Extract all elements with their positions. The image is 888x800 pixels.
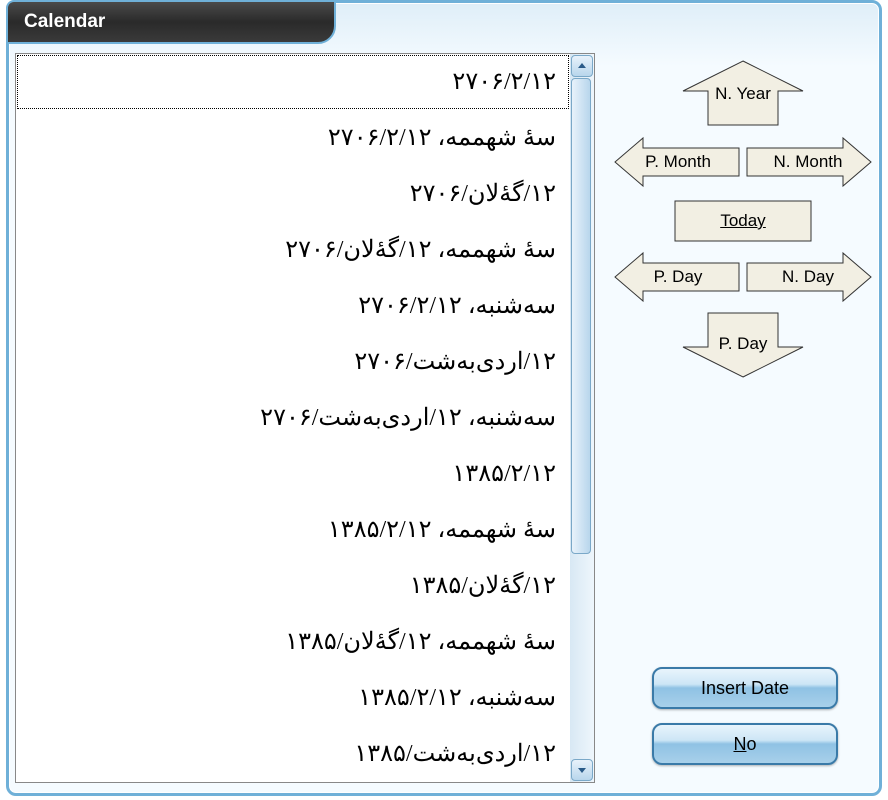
- list-item[interactable]: ۱۳۸۵/۲/۱۲: [16, 446, 570, 502]
- next-day-button[interactable]: N. Day: [743, 249, 873, 305]
- list-item[interactable]: سۀ شهممه، ۱۲/گۀلان/۱۳۸۵: [16, 614, 570, 670]
- list-item[interactable]: سۀ شهممه، ۱۲/گۀلان/۲۷۰۶: [16, 222, 570, 278]
- action-panel: Insert Date No: [635, 653, 855, 779]
- chevron-up-icon: [577, 61, 587, 71]
- no-button[interactable]: No: [652, 723, 838, 765]
- list-item[interactable]: سه‌شنبه، ۱۳۸۵/۲/۱۲: [16, 670, 570, 726]
- next-month-button[interactable]: N. Month: [743, 134, 873, 190]
- next-year-button[interactable]: N. Year: [673, 59, 813, 129]
- next-month-label: N. Month: [774, 152, 843, 172]
- calendar-window: Calendar ۲۷۰۶/۲/۱۲سۀ شهممه، ۲۷۰۶/۲/۱۲۱۲/…: [6, 0, 882, 796]
- next-year-label: N. Year: [715, 84, 771, 104]
- no-label: No: [733, 734, 756, 755]
- list-item[interactable]: سه‌شنبه، ۲۷۰۶/۲/۱۲: [16, 278, 570, 334]
- next-day-label: N. Day: [782, 267, 834, 287]
- window-title: Calendar: [24, 11, 105, 32]
- scroll-thumb[interactable]: [571, 78, 591, 554]
- scroll-up-button[interactable]: [571, 55, 593, 77]
- chevron-down-icon: [577, 765, 587, 775]
- list-item[interactable]: ۲۷۰۶/۲/۱۲: [16, 54, 570, 110]
- nav-panel: N. Year P. Month N. Month Today: [613, 59, 873, 439]
- list-inner: ۲۷۰۶/۲/۱۲سۀ شهممه، ۲۷۰۶/۲/۱۲۱۲/گۀلان/۲۷۰…: [16, 54, 570, 782]
- insert-date-button[interactable]: Insert Date: [652, 667, 838, 709]
- list-item[interactable]: ۱۲/گۀلان/۲۷۰۶: [16, 166, 570, 222]
- today-button[interactable]: Today: [673, 199, 813, 243]
- window-titlebar: Calendar: [6, 0, 336, 44]
- list-item[interactable]: ۱۲/اردی‌به‌شت/۱۳۸۵: [16, 726, 570, 782]
- list-item[interactable]: سۀ شهممه، ۱۳۸۵/۲/۱۲: [16, 502, 570, 558]
- today-label: Today: [720, 211, 765, 231]
- list-item[interactable]: ۱۲/گۀلان/۱۳۸۵: [16, 558, 570, 614]
- prev-month-label: P. Month: [645, 152, 711, 172]
- list-item[interactable]: سۀ شهممه، ۲۷۰۶/۲/۱۲: [16, 110, 570, 166]
- scroll-down-button[interactable]: [571, 759, 593, 781]
- prev-day2-button[interactable]: P. Day: [673, 309, 813, 379]
- prev-month-button[interactable]: P. Month: [613, 134, 743, 190]
- date-format-listbox[interactable]: ۲۷۰۶/۲/۱۲سۀ شهممه، ۲۷۰۶/۲/۱۲۱۲/گۀلان/۲۷۰…: [15, 53, 595, 783]
- window-content: ۲۷۰۶/۲/۱۲سۀ شهممه، ۲۷۰۶/۲/۱۲۱۲/گۀلان/۲۷۰…: [15, 53, 873, 787]
- scrollbar[interactable]: [570, 54, 594, 782]
- scroll-track[interactable]: [570, 78, 594, 758]
- list-item[interactable]: ۱۲/اردی‌به‌شت/۲۷۰۶: [16, 334, 570, 390]
- insert-date-label: Insert Date: [701, 678, 789, 699]
- prev-day-label: P. Day: [654, 267, 703, 287]
- prev-day-button[interactable]: P. Day: [613, 249, 743, 305]
- prev-day2-label: P. Day: [719, 334, 768, 354]
- list-item[interactable]: سه‌شنبه، ۱۲/اردی‌به‌شت/۲۷۰۶: [16, 390, 570, 446]
